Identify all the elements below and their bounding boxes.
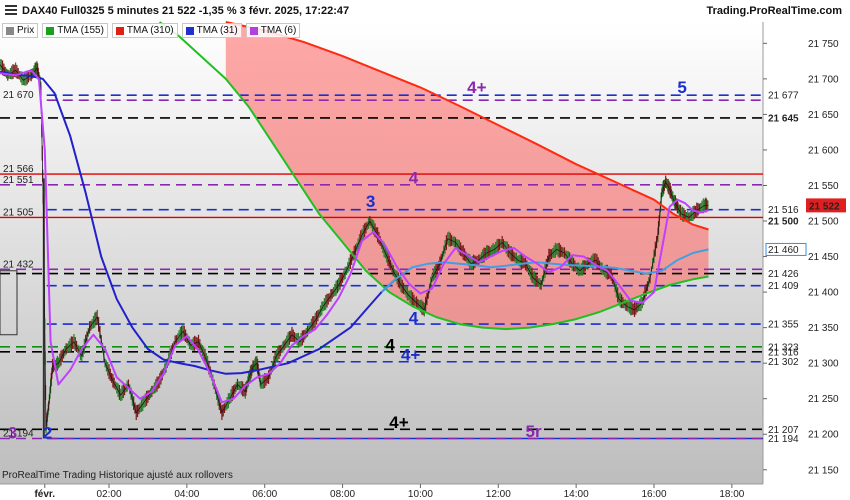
- wave-annotation: 3: [8, 424, 17, 443]
- wave-annotation: 3: [366, 192, 375, 211]
- right-level-label: 21 645: [768, 113, 799, 124]
- right-level-label: 21 409: [768, 281, 799, 292]
- x-tick-label: févr.: [34, 489, 55, 500]
- last-price-label: 21 522: [809, 201, 840, 212]
- legend-swatch: [6, 26, 14, 35]
- y-tick-label: 21 350: [808, 323, 839, 334]
- wave-annotation: 4+: [467, 78, 486, 97]
- x-tick-label: 10:00: [408, 489, 433, 500]
- legend-item-tma310[interactable]: TMA (310): [111, 23, 178, 38]
- wave-annotation: 4: [409, 168, 419, 187]
- y-tick-label: 21 150: [808, 465, 839, 476]
- price-chart[interactable]: 21 150 21 200 21 250 21 300 21 350 21 400 21 4…: [0, 0, 850, 500]
- right-level-label: 21 500: [768, 217, 799, 228]
- y-tick-label: 21 550: [808, 181, 839, 192]
- left-level-label: 21 670: [3, 90, 34, 101]
- indicator-legend: Prix TMA (155) TMA (310) TMA (31) TMA (6…: [2, 23, 301, 38]
- legend-swatch: [249, 26, 258, 35]
- x-tick-label: 04:00: [174, 489, 199, 500]
- y-tick-label: 21 250: [808, 394, 839, 405]
- legend-swatch: [185, 26, 194, 35]
- wave-annotation: 4: [409, 308, 419, 327]
- wave-annotation: 5r: [526, 422, 542, 441]
- y-tick-label: 21 750: [808, 39, 839, 50]
- wave-annotation: 4+: [401, 345, 420, 364]
- y-tick-label: 21 600: [808, 145, 839, 156]
- legend-item-price[interactable]: Prix: [2, 23, 39, 38]
- chart-window: DAX40 Full0325 5 minutes 21 522 -1,35 % …: [0, 0, 850, 500]
- legend-item-tma6[interactable]: TMA (6): [245, 23, 301, 38]
- x-tick-label: 14:00: [564, 489, 589, 500]
- right-level-label: 21 677: [768, 91, 799, 102]
- x-tick-label: 16:00: [641, 489, 666, 500]
- right-level-label: 21 460: [768, 245, 799, 256]
- x-tick-label: 12:00: [486, 489, 511, 500]
- y-tick-label: 21 400: [808, 288, 839, 299]
- y-tick-label: 21 500: [808, 217, 839, 228]
- legend-label: Prix: [17, 25, 35, 36]
- x-tick-label: 18:00: [719, 489, 744, 500]
- y-tick-label: 21 300: [808, 359, 839, 370]
- left-level-label: 21 505: [3, 207, 34, 218]
- right-level-label: 21 302: [768, 357, 799, 368]
- legend-label: TMA (155): [57, 25, 104, 36]
- left-level-label: 21 432: [3, 259, 34, 270]
- legend-label: TMA (6): [260, 25, 297, 36]
- right-level-label: 21 194: [768, 434, 799, 445]
- y-tick-label: 21 700: [808, 74, 839, 85]
- wave-annotation: 4+: [389, 413, 408, 432]
- x-tick-label: 08:00: [330, 489, 355, 500]
- right-level-label: 21 426: [768, 269, 799, 280]
- legend-swatch: [115, 26, 124, 35]
- right-level-label: 21 516: [768, 205, 799, 216]
- legend-label: TMA (310): [126, 25, 174, 36]
- right-level-label: 21 355: [768, 320, 799, 331]
- left-level-label: 21 551: [3, 175, 34, 186]
- x-tick-label: 02:00: [96, 489, 121, 500]
- legend-label: TMA (31): [196, 25, 238, 36]
- legend-swatch: [46, 26, 55, 35]
- y-tick-label: 21 450: [808, 252, 839, 263]
- y-tick-label: 21 650: [808, 110, 839, 121]
- footer-note: ProRealTime Trading Historique ajusté au…: [2, 470, 233, 481]
- x-tick-label: 06:00: [252, 489, 277, 500]
- y-tick-label: 21 200: [808, 430, 839, 441]
- wave-annotation: 2: [43, 424, 52, 443]
- legend-item-tma155[interactable]: TMA (155): [42, 23, 108, 38]
- left-level-label: 21 566: [3, 164, 34, 175]
- wave-annotation: 4: [385, 335, 395, 354]
- wave-annotation: 5: [677, 78, 686, 97]
- legend-item-tma31[interactable]: TMA (31): [181, 23, 242, 38]
